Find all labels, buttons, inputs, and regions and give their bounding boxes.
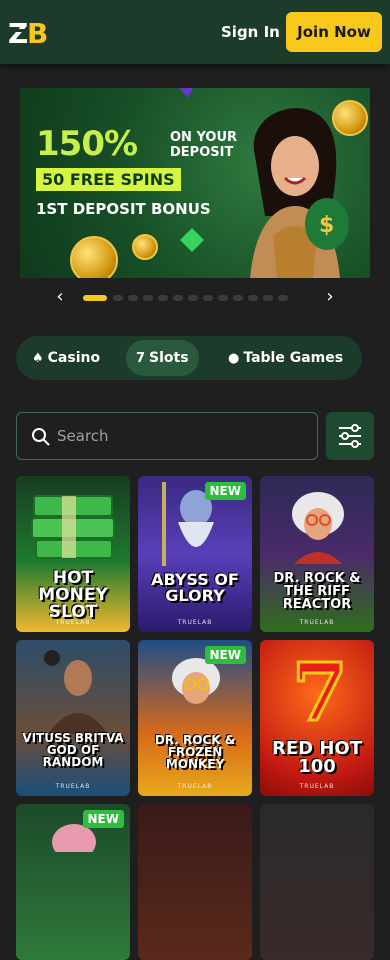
svg-text:Z: Z bbox=[8, 17, 28, 48]
svg-text:7: 7 bbox=[292, 648, 348, 728]
game-title: DR. ROCK & FROZEN MONKEY bbox=[154, 733, 236, 771]
game-card[interactable] bbox=[138, 804, 252, 960]
game-brand: TRUELAB bbox=[177, 783, 213, 790]
carousel-dot[interactable] bbox=[188, 295, 198, 301]
sliders-icon bbox=[339, 424, 361, 448]
banner-carousel: ‹ › bbox=[50, 288, 340, 308]
game-title: HOT MONEY SLOT bbox=[38, 568, 108, 622]
carousel-dot[interactable] bbox=[173, 295, 183, 301]
search-input[interactable] bbox=[57, 413, 307, 459]
carousel-dot[interactable] bbox=[158, 295, 168, 301]
sign-in-button[interactable]: Sign In bbox=[215, 18, 286, 46]
new-badge: NEW bbox=[204, 646, 246, 664]
carousel-dot[interactable] bbox=[203, 295, 213, 301]
carousel-dot[interactable] bbox=[248, 295, 258, 301]
new-badge: NEW bbox=[82, 810, 124, 828]
game-card-dr-rock-frozen-monkey[interactable]: NEW DR. ROCK & FROZEN MONKEY TRUELAB bbox=[138, 640, 252, 796]
game-card-vituss-britva[interactable]: VITUSS BRITVA GOD OF RANDOM TRUELAB bbox=[16, 640, 130, 796]
game-brand: TRUELAB bbox=[299, 783, 335, 790]
carousel-dot-active[interactable] bbox=[83, 295, 107, 301]
coin-icon bbox=[70, 236, 118, 278]
game-card-red-hot-100[interactable]: 7 RED HOT 100 TRUELAB bbox=[260, 640, 374, 796]
join-now-button[interactable]: Join Now bbox=[286, 12, 382, 52]
game-title: DR. ROCK & THE RIFF REACTOR bbox=[273, 571, 361, 612]
game-card[interactable]: NEW bbox=[16, 804, 130, 960]
game-card[interactable] bbox=[260, 804, 374, 960]
game-title: VITUSS BRITVA GOD OF RANDOM bbox=[22, 731, 124, 769]
gem-icon bbox=[179, 88, 193, 98]
woman-illustration: $ bbox=[250, 108, 349, 278]
prev-arrow-icon[interactable]: ‹ bbox=[50, 288, 70, 308]
tab-slots[interactable]: 7 Slots bbox=[126, 340, 199, 376]
promo-banner[interactable]: 150% ON YOUR DEPOSIT 50 FREE SPINS 1ST D… bbox=[20, 88, 370, 278]
top-bar: Z B Sign In Join Now bbox=[0, 0, 390, 64]
game-brand: TRUELAB bbox=[55, 783, 91, 790]
tab-casino[interactable]: ♠ Casino bbox=[22, 340, 110, 376]
game-card-dr-rock-riff-reactor[interactable]: DR. ROCK & THE RIFF REACTOR TRUELAB bbox=[260, 476, 374, 632]
game-title: ABYSS OF GLORY bbox=[151, 570, 239, 605]
coin-icon bbox=[132, 234, 158, 260]
zb-logo[interactable]: Z B bbox=[8, 16, 52, 48]
carousel-dot[interactable] bbox=[278, 295, 288, 301]
filter-button[interactable] bbox=[326, 412, 374, 460]
game-card-abyss-of-glory[interactable]: NEW ABYSS OF GLORY TRUELAB bbox=[138, 476, 252, 632]
chip-icon: ● bbox=[228, 351, 240, 366]
carousel-dot[interactable] bbox=[128, 295, 138, 301]
emerald-icon bbox=[180, 228, 204, 252]
tab-casino-label: Casino bbox=[47, 350, 101, 366]
svg-text:B: B bbox=[27, 17, 48, 48]
carousel-dot[interactable] bbox=[218, 295, 228, 301]
carousel-dot[interactable] bbox=[263, 295, 273, 301]
promo-bonus-text: 1ST DEPOSIT BONUS bbox=[36, 200, 211, 218]
seven-icon: 7 bbox=[136, 351, 146, 366]
carousel-dot[interactable] bbox=[113, 295, 123, 301]
tab-slots-label: Slots bbox=[149, 350, 189, 366]
carousel-dot[interactable] bbox=[233, 295, 243, 301]
svg-text:$: $ bbox=[319, 213, 334, 238]
dr-rock-illustration bbox=[292, 492, 344, 564]
game-card-hot-money-slot[interactable]: HOT MONEY SLOT TRUELAB bbox=[16, 476, 130, 632]
search-icon bbox=[32, 428, 50, 446]
search-box bbox=[16, 412, 318, 460]
tab-table-games[interactable]: ● Table Games bbox=[218, 340, 353, 376]
tab-table-games-label: Table Games bbox=[243, 350, 344, 366]
game-title: RED HOT 100 bbox=[271, 738, 362, 777]
new-badge: NEW bbox=[204, 482, 246, 500]
category-tabs: ♠ Casino 7 Slots ● Table Games bbox=[16, 336, 362, 380]
carousel-dot[interactable] bbox=[143, 295, 153, 301]
game-brand: TRUELAB bbox=[55, 619, 91, 626]
warrior-illustration bbox=[44, 650, 108, 734]
promo-percent: 150% bbox=[36, 124, 138, 164]
casino-icon: ♠ bbox=[32, 351, 44, 366]
next-arrow-icon[interactable]: › bbox=[320, 288, 340, 308]
game-brand: TRUELAB bbox=[177, 619, 213, 626]
lucky-seven-icon: 7 bbox=[291, 648, 350, 728]
game-brand: TRUELAB bbox=[299, 619, 335, 626]
promo-free-spins: 50 FREE SPINS bbox=[36, 168, 181, 191]
cash-stack-icon bbox=[31, 495, 115, 559]
